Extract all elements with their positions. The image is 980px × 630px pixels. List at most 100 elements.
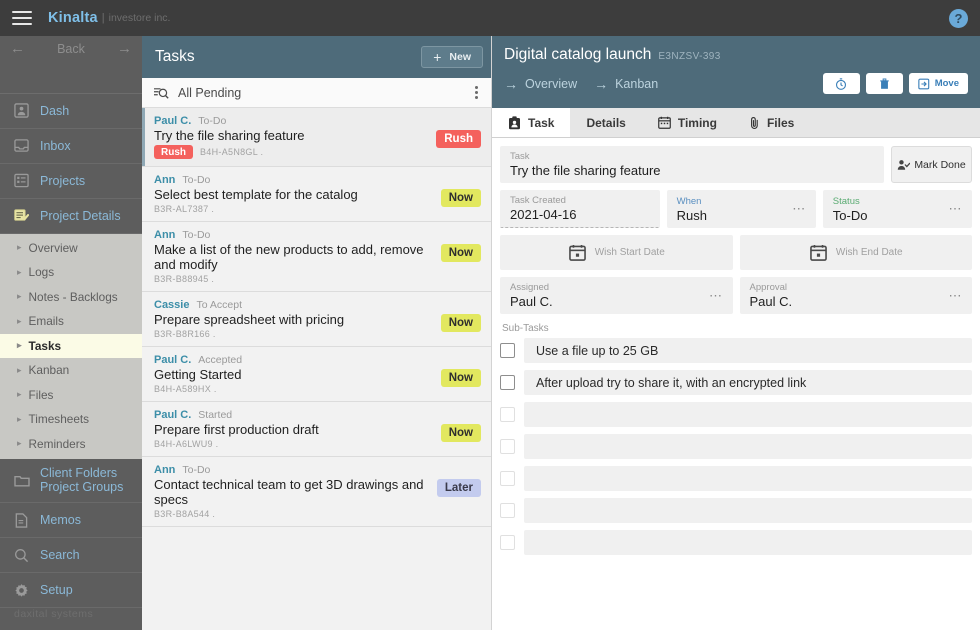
sidebar-item-dash[interactable]: Dash bbox=[0, 94, 142, 129]
tab-details[interactable]: Details bbox=[570, 108, 641, 137]
detail-actions: Move bbox=[822, 73, 968, 94]
task-list-item[interactable]: Ann To-Do Make a list of the new product… bbox=[142, 222, 491, 292]
task-user: Cassie bbox=[154, 299, 190, 311]
project-details-icon bbox=[14, 208, 40, 223]
sidebar-item-inbox[interactable]: Inbox bbox=[0, 129, 142, 164]
task-list-title: Tasks bbox=[155, 48, 195, 65]
project-title: Digital catalog launch bbox=[504, 46, 652, 63]
sidebar-item-label: Dash bbox=[40, 103, 70, 118]
task-inline-tag: Rush bbox=[154, 145, 193, 159]
detail-tabs: Task Details Timing Files bbox=[492, 108, 980, 138]
wish-end-date-field[interactable]: Wish End Date bbox=[739, 235, 972, 270]
timer-icon bbox=[835, 77, 847, 90]
assigned-menu-icon[interactable]: ⋯ bbox=[709, 288, 724, 304]
sidebar-item-label: Client Folders bbox=[40, 466, 118, 480]
subtask-text[interactable] bbox=[524, 402, 972, 427]
sidebar-item-setup[interactable]: Setup bbox=[0, 573, 142, 608]
task-name-field[interactable]: Task Try the file sharing feature bbox=[500, 146, 884, 183]
link-kanban[interactable]: → Kanban bbox=[594, 76, 658, 92]
brand-name: Kinalta bbox=[48, 10, 98, 26]
task-user: Ann bbox=[154, 229, 176, 241]
sidebar-item-emails[interactable]: ▸ Emails bbox=[0, 309, 142, 334]
sidebar-item-reminders[interactable]: ▸ Reminders bbox=[0, 432, 142, 457]
sidebar-item-search[interactable]: Search bbox=[0, 538, 142, 573]
status-field[interactable]: Status To-Do ⋯ bbox=[822, 190, 972, 228]
tab-files[interactable]: Files bbox=[733, 108, 810, 137]
task-user: Paul C. bbox=[154, 409, 192, 421]
kebab-menu-icon[interactable] bbox=[472, 83, 481, 102]
task-list-item[interactable]: Ann To-Do Contact technical team to get … bbox=[142, 457, 491, 527]
assigned-field[interactable]: Assigned Paul C. ⋯ bbox=[500, 277, 733, 314]
task-created-field[interactable]: Task Created 2021-04-16 bbox=[500, 190, 660, 228]
approval-menu-icon[interactable]: ⋯ bbox=[949, 288, 964, 304]
detail-header: Digital catalog launch E3NZSV-393 → Over… bbox=[492, 36, 980, 108]
subtask-checkbox[interactable] bbox=[500, 343, 515, 358]
task-priority-badge: Rush bbox=[436, 130, 481, 148]
task-filter-button[interactable]: All Pending bbox=[153, 86, 241, 100]
subtask-checkbox[interactable] bbox=[500, 503, 515, 518]
subtask-text[interactable] bbox=[524, 434, 972, 459]
subtask-checkbox[interactable] bbox=[500, 471, 515, 486]
sidebar-item-logs[interactable]: ▸ Logs bbox=[0, 260, 142, 285]
subtask-text[interactable] bbox=[524, 530, 972, 555]
back-button[interactable]: ← Back → bbox=[0, 36, 142, 62]
subtask-text[interactable] bbox=[524, 466, 972, 491]
when-field[interactable]: When Rush ⋯ bbox=[666, 190, 816, 228]
sidebar-item-client-folders[interactable]: Client Folders Project Groups bbox=[0, 459, 142, 503]
sidebar-item-project-details[interactable]: Project Details bbox=[0, 198, 142, 234]
sidebar-item-timesheets[interactable]: ▸ Timesheets bbox=[0, 407, 142, 432]
folder-icon bbox=[14, 473, 40, 488]
task-list-item[interactable]: Paul C. Started Prepare first production… bbox=[142, 402, 491, 457]
calendar-icon bbox=[568, 244, 586, 261]
task-id: B4H-A589HX . bbox=[154, 384, 217, 394]
sidebar-item-notes-backlogs[interactable]: ▸ Notes - Backlogs bbox=[0, 285, 142, 310]
task-title: Prepare spreadsheet with pricing bbox=[154, 312, 345, 327]
subtask-checkbox[interactable] bbox=[500, 439, 515, 454]
sidebar-sub-label: Notes - Backlogs bbox=[28, 289, 118, 304]
task-user: Ann bbox=[154, 174, 176, 186]
subtask-checkbox[interactable] bbox=[500, 535, 515, 550]
sidebar-item-label: Project Details bbox=[40, 208, 121, 223]
task-list-header: Tasks + New bbox=[142, 36, 491, 78]
approval-field[interactable]: Approval Paul C. ⋯ bbox=[739, 277, 972, 314]
mark-done-button[interactable]: Mark Done bbox=[891, 146, 972, 183]
subtask-checkbox[interactable] bbox=[500, 375, 515, 390]
subtask-checkbox[interactable] bbox=[500, 407, 515, 422]
move-button[interactable]: Move bbox=[908, 73, 968, 94]
task-list-item[interactable]: Paul C. Accepted Getting Started B4H-A58… bbox=[142, 347, 491, 402]
tab-timing[interactable]: Timing bbox=[642, 108, 733, 137]
project-code: E3NZSV-393 bbox=[658, 51, 721, 62]
when-label: When bbox=[676, 195, 702, 207]
timer-button[interactable] bbox=[822, 73, 860, 94]
subtask-text[interactable]: Use a file up to 25 GB bbox=[524, 338, 972, 363]
new-task-label: New bbox=[449, 51, 471, 63]
tab-task[interactable]: Task bbox=[492, 108, 571, 137]
hamburger-icon[interactable] bbox=[12, 10, 32, 26]
task-list-item[interactable]: Ann To-Do Select best template for the c… bbox=[142, 167, 491, 222]
new-task-button[interactable]: + New bbox=[421, 46, 483, 68]
task-list-item[interactable]: Cassie To Accept Prepare spreadsheet wit… bbox=[142, 292, 491, 347]
wish-start-date-field[interactable]: Wish Start Date bbox=[500, 235, 733, 270]
delete-button[interactable] bbox=[865, 73, 903, 94]
sidebar-item-label: Memos bbox=[40, 513, 81, 527]
sidebar-item-files[interactable]: ▸ Files bbox=[0, 383, 142, 408]
when-menu-icon[interactable]: ⋯ bbox=[792, 201, 807, 217]
task-list-item[interactable]: Paul C. To-Do Try the file sharing featu… bbox=[142, 108, 491, 167]
status-menu-icon[interactable]: ⋯ bbox=[948, 201, 963, 217]
person-check-icon bbox=[897, 159, 911, 171]
sidebar-item-kanban[interactable]: ▸ Kanban bbox=[0, 358, 142, 383]
subtask-text[interactable]: After upload try to share it, with an en… bbox=[524, 370, 972, 395]
task-state: To-Do bbox=[182, 174, 211, 186]
sidebar-item-tasks[interactable]: ▸ Tasks bbox=[0, 333, 142, 358]
subtask-text[interactable] bbox=[524, 498, 972, 523]
link-overview[interactable]: → Overview bbox=[504, 76, 577, 92]
sidebar-item-projects[interactable]: Projects bbox=[0, 164, 142, 199]
tab-label: Files bbox=[766, 115, 795, 130]
help-icon[interactable]: ? bbox=[949, 9, 968, 28]
sidebar-item-overview[interactable]: ▸ Overview bbox=[0, 236, 142, 261]
sidebar-item-memos[interactable]: Memos bbox=[0, 503, 142, 538]
subtask-row bbox=[500, 498, 972, 523]
task-user: Paul C. bbox=[154, 115, 192, 127]
calendar-icon bbox=[810, 244, 827, 261]
sidebar-item-label-2: Project Groups bbox=[40, 479, 124, 494]
